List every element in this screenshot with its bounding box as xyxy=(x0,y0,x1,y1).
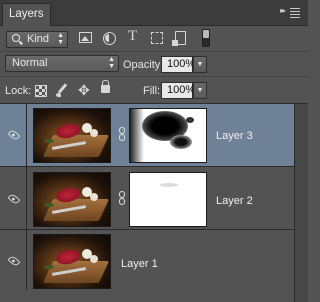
layers-list: Layer 3 Layer 2 Layer 1 xyxy=(0,104,308,302)
lock-image-pixels-icon[interactable] xyxy=(55,83,69,99)
layer-row-layer-2[interactable]: Layer 2 xyxy=(0,167,294,230)
opacity-dropdown-button[interactable]: ▼ xyxy=(193,56,207,73)
blend-mode-select[interactable]: Normal ▲ ▼ xyxy=(5,55,119,72)
layer-thumbnail[interactable] xyxy=(33,108,111,163)
eye-icon[interactable] xyxy=(7,192,21,206)
shape-layer-filter-icon[interactable] xyxy=(151,32,163,44)
layer-mask-thumbnail[interactable] xyxy=(129,172,207,227)
lock-position-icon[interactable]: ✥ xyxy=(78,82,90,99)
layer-name: Layer 1 xyxy=(121,258,158,270)
mask-link-icon[interactable] xyxy=(117,127,127,143)
mask-link-icon[interactable] xyxy=(117,191,127,207)
blend-row: Normal ▲ ▼ Opacity: xyxy=(0,52,308,77)
filter-toggle-switch[interactable] xyxy=(202,29,210,47)
visibility-column xyxy=(0,230,27,291)
lock-all-icon[interactable] xyxy=(101,80,110,93)
eye-icon[interactable] xyxy=(7,254,21,268)
blend-mode-value: Normal xyxy=(12,57,48,69)
tab-layers[interactable]: Layers xyxy=(2,3,51,26)
layers-empty-area xyxy=(0,290,294,302)
layers-scrollbar[interactable] xyxy=(294,104,308,302)
search-icon xyxy=(12,34,20,42)
layer-mask-thumbnail[interactable] xyxy=(129,108,207,163)
updown-arrows-icon: ▲ ▼ xyxy=(108,56,115,70)
type-layer-filter-icon[interactable]: T xyxy=(128,28,137,45)
layer-row-layer-1[interactable]: Layer 1 xyxy=(0,230,294,292)
visibility-column xyxy=(0,167,27,229)
opacity-field[interactable]: 100% xyxy=(161,56,195,73)
smart-object-filter-icon[interactable] xyxy=(172,31,186,46)
panel-tab-bar: Layers ▸▸ xyxy=(0,0,308,26)
pixel-layer-filter-icon[interactable] xyxy=(79,32,92,43)
layer-thumbnail[interactable] xyxy=(33,234,111,289)
lock-transparent-pixels-icon[interactable] xyxy=(35,85,47,97)
layer-thumbnail[interactable] xyxy=(33,172,111,227)
filter-kind-select[interactable]: Kind ▲ ▼ xyxy=(6,31,68,48)
fill-dropdown-button[interactable]: ▼ xyxy=(193,82,207,99)
fill-field[interactable]: 100% xyxy=(161,82,195,99)
collapse-panel-icon[interactable]: ▸▸ xyxy=(280,6,286,15)
layer-name: Layer 2 xyxy=(216,195,253,207)
filter-kind-label: Kind xyxy=(27,33,50,45)
fill-label: Fill: xyxy=(143,85,161,97)
opacity-label: Opacity: xyxy=(123,59,164,71)
adjustment-layer-filter-icon[interactable] xyxy=(103,32,116,45)
layer-row-layer-3[interactable]: Layer 3 xyxy=(0,104,294,167)
eye-icon[interactable] xyxy=(7,128,21,142)
lock-label: Lock: xyxy=(5,85,32,97)
updown-arrows-icon: ▲ ▼ xyxy=(57,32,64,46)
visibility-column xyxy=(0,104,27,166)
panel-menu-icon[interactable] xyxy=(290,8,300,20)
layer-name: Layer 3 xyxy=(216,130,253,142)
